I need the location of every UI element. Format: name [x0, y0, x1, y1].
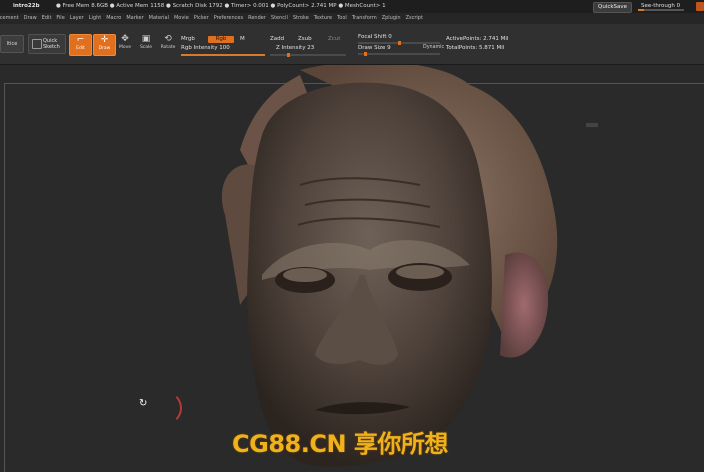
draw-button[interactable]: ✛ Draw [93, 34, 116, 56]
menu-item-layer[interactable]: Layer [70, 13, 84, 24]
rotate-label: Rotate [160, 45, 176, 50]
menu-bar: ccement Draw Edit File Layer Light Macro Marker… [0, 13, 704, 24]
draw-icon: ✛ [100, 35, 109, 45]
zcut-button[interactable]: Zcut [328, 36, 340, 42]
watermark: CG88.CN 享你所想 [232, 430, 448, 458]
menu-item-macro[interactable]: Macro [106, 13, 121, 24]
menu-item-texture[interactable]: Texture [314, 13, 332, 24]
menu-item-marker[interactable]: Marker [126, 13, 143, 24]
see-through-slider-knob[interactable] [638, 9, 644, 11]
edit-label: Edit [76, 46, 85, 51]
sketch-icon [32, 39, 42, 49]
menu-item-light[interactable]: Light [89, 13, 101, 24]
z-intensity-label: Z Intensity 23 [276, 45, 315, 51]
menu-item-stroke[interactable]: Stroke [293, 13, 309, 24]
memory-stats: ● Free Mem 8.6GB ● Active Mem 1158 ● Scr… [56, 3, 386, 9]
menu-item-zscript[interactable]: Zscript [406, 13, 423, 24]
move-label: Move [118, 45, 132, 50]
menu-item-draw[interactable]: Draw [24, 13, 37, 24]
eyelid-left [283, 268, 327, 282]
document-canvas[interactable]: ↻ CG88.CN 享你所想 [0, 65, 704, 472]
menu-item-preferences[interactable]: Preferences [214, 13, 243, 24]
move-icon: ✥ [121, 34, 129, 44]
rotate-icon: ⟲ [164, 34, 172, 44]
edit-button[interactable]: ⌐ Edit [69, 34, 92, 56]
eyelid-right [396, 265, 444, 279]
focal-shift-knob[interactable] [398, 41, 401, 45]
see-through-label: See-through 0 [641, 3, 681, 9]
active-points-readout: ActivePoints: 2.741 Mil [446, 36, 509, 42]
menu-item-movie[interactable]: Movie [174, 13, 189, 24]
zsub-button[interactable]: Zsub [298, 36, 312, 42]
brush-cursor [148, 391, 182, 425]
scale-button[interactable]: ▣ Scale [136, 34, 156, 54]
home-page-button[interactable]: ltice [0, 35, 24, 53]
scale-label: Scale [139, 45, 153, 50]
quick-sketch-label: Quick Sketch [43, 38, 60, 50]
edit-icon: ⌐ [76, 35, 85, 45]
sculpt-model[interactable] [0, 65, 704, 471]
dynamic-button[interactable]: Dynamic [423, 45, 444, 50]
rotate-cursor-icon: ↻ [139, 398, 148, 409]
focal-shift-label: Focal Shift 0 [358, 34, 392, 40]
menu-item-zplugin[interactable]: Zplugin [382, 13, 401, 24]
rotate-button[interactable]: ⟲ Rotate [158, 34, 178, 54]
rgb-intensity-fill [181, 54, 265, 56]
see-through-slider[interactable] [638, 9, 684, 11]
rgb-button[interactable]: Rgb [208, 36, 234, 43]
quick-sketch-button[interactable]: Quick Sketch [28, 34, 66, 54]
ear [500, 252, 549, 358]
mrgb-button[interactable]: Mrgb [181, 36, 195, 42]
menu-item-tool[interactable]: Tool [337, 13, 347, 24]
menu-item-transform[interactable]: Transform [352, 13, 377, 24]
top-shelf: ltice Quick Sketch ⌐ Edit ✛ Draw ✥ Move … [0, 24, 704, 65]
draw-label: Draw [98, 46, 111, 51]
menus-toggle[interactable] [696, 2, 704, 11]
menu-item-edit[interactable]: Edit [42, 13, 52, 24]
menu-item-picker[interactable]: Picker [194, 13, 209, 24]
draw-size-label: Draw Size 9 [358, 45, 391, 51]
quicksave-button[interactable]: QuickSave [593, 2, 633, 13]
menu-item-render[interactable]: Render [248, 13, 266, 24]
menu-item-stencil[interactable]: Stencil [271, 13, 288, 24]
z-intensity-slider[interactable] [270, 53, 346, 57]
z-intensity-knob[interactable] [287, 53, 290, 57]
draw-size-knob[interactable] [364, 52, 367, 56]
rgb-intensity-slider[interactable] [181, 54, 265, 56]
status-bar: intro22b ● Free Mem 8.6GB ● Active Mem 1… [0, 0, 704, 13]
total-points-readout: TotalPoints: 5.871 Mil [446, 45, 505, 51]
menu-item-file[interactable]: File [56, 13, 64, 24]
document-title: intro22b [13, 3, 40, 9]
rgb-intensity-label: Rgb Intensity 100 [181, 45, 230, 51]
m-button[interactable]: M [240, 36, 245, 42]
menu-item-material[interactable]: Material [149, 13, 169, 24]
draw-size-slider[interactable] [358, 52, 440, 56]
move-button[interactable]: ✥ Move [115, 34, 135, 54]
focal-shift-slider[interactable] [358, 41, 440, 45]
menu-item-alpha[interactable]: ccement [0, 13, 19, 24]
zadd-button[interactable]: Zadd [270, 36, 284, 42]
scale-icon: ▣ [141, 34, 151, 44]
